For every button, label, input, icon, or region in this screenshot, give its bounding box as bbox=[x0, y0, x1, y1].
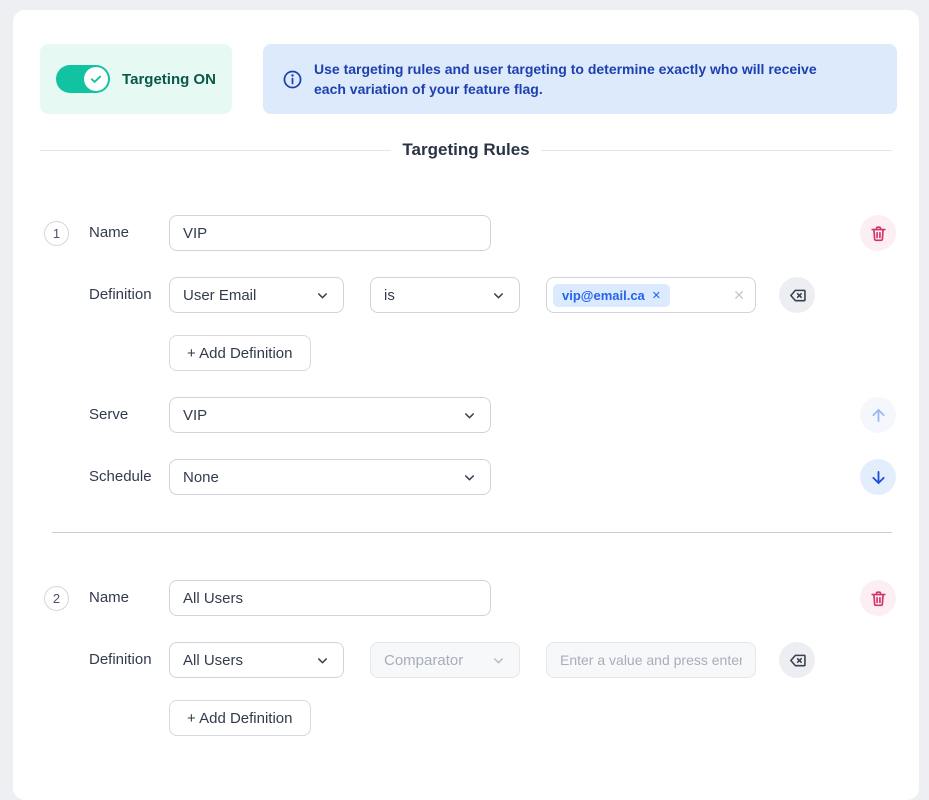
rule-1-definition-row: Definition User Email is vip@email.ca ✕ … bbox=[13, 277, 919, 313]
move-rule-up-button[interactable] bbox=[860, 397, 896, 433]
trash-icon bbox=[869, 224, 888, 243]
clear-definition-button[interactable] bbox=[779, 277, 815, 313]
comparator-select[interactable]: is bbox=[370, 277, 520, 313]
rule-1-add-definition-row: + Add Definition bbox=[13, 335, 919, 371]
info-banner-text: Use targeting rules and user targeting t… bbox=[314, 59, 847, 100]
comparator-select-placeholder: Comparator bbox=[384, 652, 463, 669]
serve-select-value: VIP bbox=[183, 407, 207, 424]
rule-2-definition-row: Definition All Users Comparator bbox=[13, 642, 919, 678]
rule-divider bbox=[52, 532, 892, 533]
trash-icon bbox=[869, 589, 888, 608]
targeting-rules-heading: Targeting Rules bbox=[40, 140, 892, 160]
rule-2-name-row: 2 Name bbox=[13, 580, 919, 616]
toggle-check-icon bbox=[84, 67, 108, 91]
comparator-select: Comparator bbox=[370, 642, 520, 678]
property-select-value: All Users bbox=[183, 652, 243, 669]
rule-number-badge: 2 bbox=[44, 586, 69, 611]
delete-rule-button[interactable] bbox=[860, 580, 896, 616]
serve-label: Serve bbox=[89, 406, 128, 423]
schedule-label: Schedule bbox=[89, 468, 152, 485]
section-title: Targeting Rules bbox=[402, 140, 529, 160]
property-select[interactable]: All Users bbox=[169, 642, 344, 678]
chevron-down-icon bbox=[491, 288, 506, 303]
chevron-down-icon bbox=[315, 288, 330, 303]
comparator-select-value: is bbox=[384, 287, 395, 304]
definition-value-input bbox=[546, 642, 756, 678]
serve-select[interactable]: VIP bbox=[169, 397, 491, 433]
chevron-down-icon bbox=[462, 470, 477, 485]
property-select[interactable]: User Email bbox=[169, 277, 344, 313]
arrow-down-icon bbox=[869, 468, 888, 487]
arrow-up-icon bbox=[869, 406, 888, 425]
schedule-select-value: None bbox=[183, 469, 219, 486]
move-rule-down-button[interactable] bbox=[860, 459, 896, 495]
delete-rule-button[interactable] bbox=[860, 215, 896, 251]
clear-definition-button[interactable] bbox=[779, 642, 815, 678]
heading-divider-right bbox=[541, 150, 892, 151]
definition-label: Definition bbox=[89, 286, 152, 303]
definition-values-input[interactable]: vip@email.ca ✕ ✕ bbox=[546, 277, 756, 313]
value-chip-text: vip@email.ca bbox=[562, 288, 645, 303]
info-banner: Use targeting rules and user targeting t… bbox=[263, 44, 897, 114]
definition-label: Definition bbox=[89, 651, 152, 668]
rule-name-input[interactable] bbox=[169, 580, 491, 616]
rule-2-add-definition-row: + Add Definition bbox=[13, 700, 919, 736]
add-definition-button[interactable]: + Add Definition bbox=[169, 335, 311, 371]
schedule-select[interactable]: None bbox=[169, 459, 491, 495]
chevron-down-icon bbox=[491, 653, 506, 668]
name-label: Name bbox=[89, 224, 129, 241]
rule-2: 2 Name Definition All Users Comparator bbox=[13, 580, 919, 736]
property-select-value: User Email bbox=[183, 287, 256, 304]
backspace-icon bbox=[788, 651, 807, 670]
info-icon bbox=[282, 69, 303, 90]
chevron-down-icon bbox=[462, 408, 477, 423]
backspace-icon bbox=[788, 286, 807, 305]
remove-value-icon[interactable]: ✕ bbox=[652, 289, 661, 302]
rule-1-serve-row: Serve VIP bbox=[13, 397, 919, 433]
rule-1-name-row: 1 Name bbox=[13, 215, 919, 251]
chevron-down-icon bbox=[315, 653, 330, 668]
targeting-toggle-label: Targeting ON bbox=[122, 71, 216, 88]
name-label: Name bbox=[89, 589, 129, 606]
heading-divider-left bbox=[40, 150, 391, 151]
rule-number-badge: 1 bbox=[44, 221, 69, 246]
targeting-toggle[interactable] bbox=[56, 65, 110, 93]
targeting-toggle-panel: Targeting ON bbox=[40, 44, 232, 114]
top-row: Targeting ON Use targeting rules and use… bbox=[40, 44, 897, 114]
rule-1: 1 Name Definition User Email is bbox=[13, 215, 919, 495]
add-definition-button[interactable]: + Add Definition bbox=[169, 700, 311, 736]
value-chip: vip@email.ca ✕ bbox=[553, 284, 670, 307]
rule-name-input[interactable] bbox=[169, 215, 491, 251]
rule-1-schedule-row: Schedule None bbox=[13, 459, 919, 495]
clear-values-icon[interactable]: ✕ bbox=[733, 287, 745, 304]
targeting-card: Targeting ON Use targeting rules and use… bbox=[13, 10, 919, 800]
